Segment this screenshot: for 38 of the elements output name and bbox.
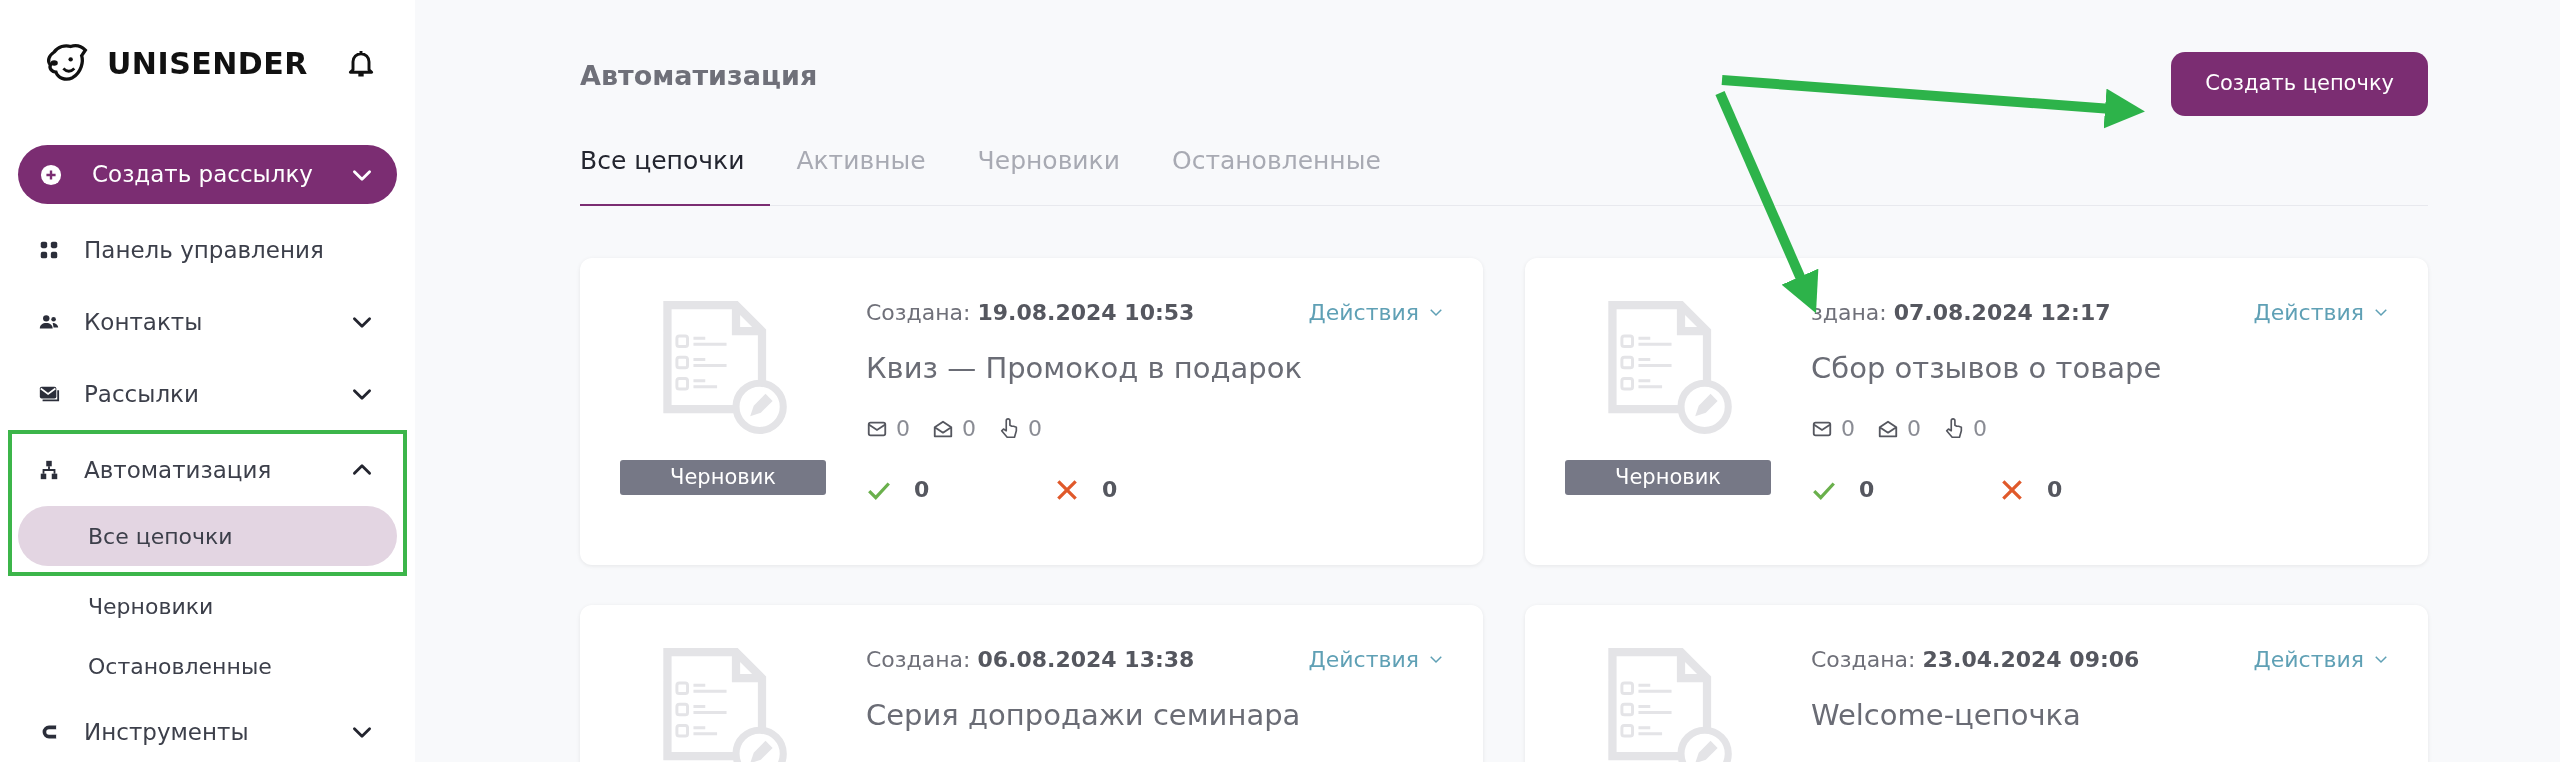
stat-count: 0 — [896, 415, 910, 443]
logo-text: UNISENDER — [107, 44, 308, 83]
created-date: Создана: 19.08.2024 10:53 — [866, 298, 1195, 327]
stat-count: 0 — [962, 415, 976, 443]
status-badge: Черновик — [1565, 459, 1771, 495]
sidebar-subitem[interactable]: Черновики — [18, 576, 397, 636]
plus-circle-icon — [40, 163, 62, 186]
success-count: 0 — [1859, 476, 1876, 504]
sidebar-item[interactable]: Рассылки — [18, 358, 397, 430]
stat-count: 0 — [1907, 415, 1921, 443]
create-chain-button[interactable]: Создать цепочку — [2171, 52, 2428, 116]
pointer-hand-icon — [998, 417, 1020, 440]
hierarchy-icon — [38, 459, 60, 481]
chain-title: Серия допродажи семинара — [866, 696, 1302, 734]
chain-title: Welcome-цепочка — [1811, 696, 2082, 734]
chain-title: Квиз — Промокод в подарок — [866, 349, 1303, 387]
created-date: здана: 07.08.2024 12:17 — [1811, 298, 2111, 327]
create-mailing-button[interactable]: Создать рассылку — [18, 145, 397, 204]
sidebar-item[interactable]: Автоматизация — [18, 434, 397, 506]
chain-title: Сбор отзывов о товаре — [1811, 349, 2163, 387]
dashboard-icon — [38, 239, 60, 261]
error-count: 0 — [1102, 476, 1118, 504]
sidebar-subitem[interactable]: Остановленные — [18, 636, 397, 696]
created-date: Создана: 23.04.2024 09:06 — [1811, 645, 2140, 674]
sidebar-item[interactable]: Инструменты — [18, 696, 397, 762]
stat-count: 0 — [1973, 415, 1987, 443]
error-count: 0 — [2047, 476, 2063, 504]
tab[interactable]: Все цепочки — [580, 142, 771, 206]
stat-count: 0 — [1841, 415, 1855, 443]
sidebar-item[interactable]: Контакты — [18, 286, 397, 358]
pointer-hand-icon — [1943, 417, 1965, 440]
sidebar-subitem[interactable]: Все цепочки — [18, 506, 397, 566]
page-title: Автоматизация — [580, 60, 818, 93]
success-count: 0 — [914, 476, 931, 504]
status-badge: Черновик — [620, 459, 826, 495]
created-date: Создана: 06.08.2024 13:38 — [866, 645, 1195, 674]
sidebar-item[interactable]: Панель управления — [18, 214, 397, 286]
stat-count: 0 — [1028, 415, 1042, 443]
